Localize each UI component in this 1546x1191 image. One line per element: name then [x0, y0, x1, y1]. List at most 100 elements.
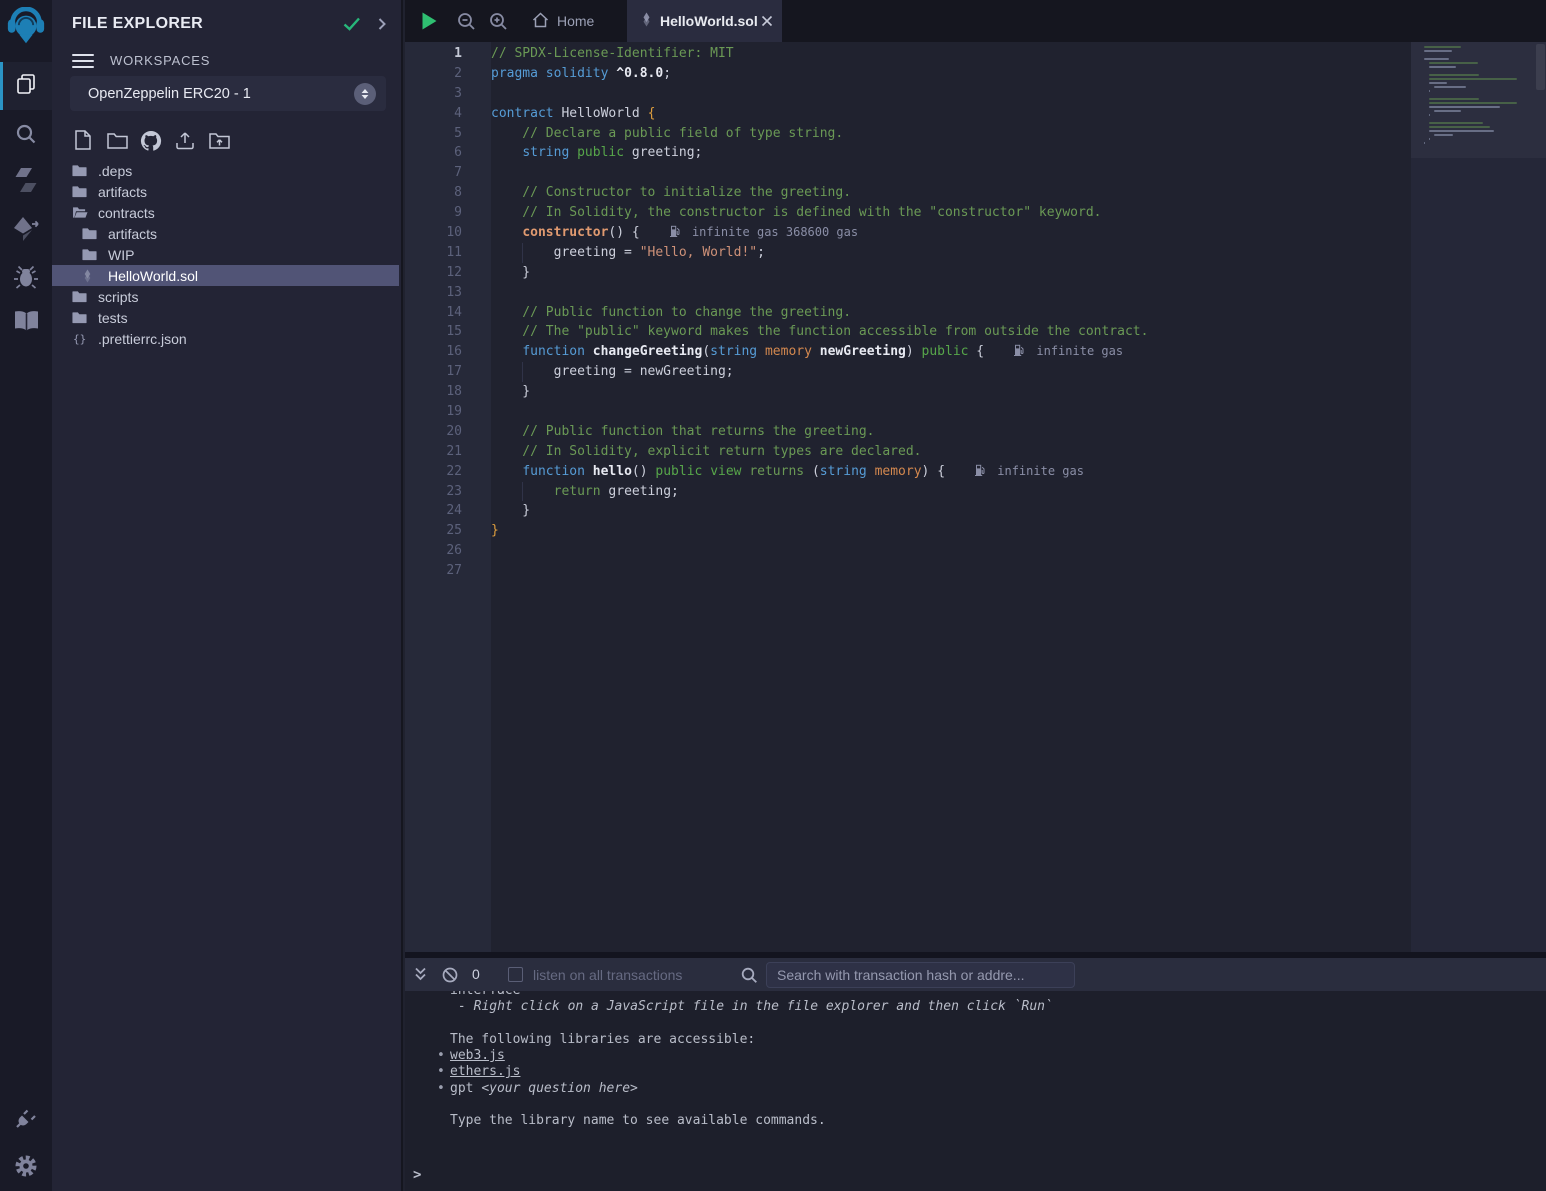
sidebar-item-file-explorer[interactable] — [0, 62, 52, 110]
gas-estimate: infinite gas 368600 gas — [670, 225, 858, 239]
workspace-selected-value: OpenZeppelin ERC20 - 1 — [88, 86, 354, 102]
tree-item-label: artifacts — [98, 184, 147, 200]
terminal-line: gpt <your question here> — [405, 1081, 1546, 1097]
minimap-line — [1429, 102, 1517, 104]
minimap-line — [1429, 82, 1447, 84]
check-icon[interactable] — [343, 17, 361, 31]
pending-tx-count: 0 — [472, 966, 480, 982]
line-number: 23 — [405, 482, 491, 502]
minimap[interactable] — [1420, 42, 1532, 342]
tree-item-deps[interactable]: .deps — [52, 160, 399, 181]
folder-icon — [72, 164, 98, 177]
terminal-link-ethers-js[interactable]: ethers.js — [450, 1064, 520, 1079]
line-number: 4 — [405, 104, 491, 124]
minimap-line — [1429, 126, 1490, 128]
terminal-prompt[interactable]: > — [413, 1167, 421, 1183]
line-number-gutter: 1234567891011121314151617181920212223242… — [405, 42, 491, 952]
gear-icon — [13, 1153, 39, 1184]
minimap-line — [1424, 58, 1449, 60]
minimap-line — [1429, 74, 1479, 76]
tree-item-artifacts[interactable]: artifacts — [52, 223, 399, 244]
code-content: // SPDX-License-Identifier: MITpragma so… — [491, 42, 1406, 581]
line-number: 20 — [405, 422, 491, 442]
code-line: greeting = "Hello, World!"; — [491, 243, 1406, 263]
code-line: // Public function to change the greetin… — [491, 303, 1406, 323]
code-line: // Declare a public field of type string… — [491, 124, 1406, 144]
upload-folder-icon[interactable] — [206, 129, 232, 151]
home-icon — [532, 12, 549, 31]
tab-file-label: HelloWorld.sol — [660, 13, 758, 29]
upload-file-icon[interactable] — [172, 129, 198, 151]
tree-item-label: HelloWorld.sol — [108, 268, 198, 284]
transaction-search-input[interactable] — [766, 962, 1075, 988]
sidebar-item-plugin-manager[interactable] — [0, 1102, 52, 1138]
terminal-toolbar: 0 listen on all transactions — [405, 958, 1546, 991]
code-line — [491, 84, 1406, 104]
remix-logo[interactable] — [0, 6, 52, 54]
line-number: 9 — [405, 203, 491, 223]
code-line — [491, 402, 1406, 422]
tree-item-scripts[interactable]: scripts — [52, 286, 399, 307]
editor-scrollbar-thumb[interactable] — [1536, 44, 1545, 90]
tree-item-artifacts[interactable]: artifacts — [52, 181, 399, 202]
line-number: 11 — [405, 243, 491, 263]
line-number: 25 — [405, 521, 491, 541]
line-number: 16 — [405, 342, 491, 362]
line-number: 17 — [405, 362, 491, 382]
zoom-in-icon[interactable] — [489, 12, 508, 36]
code-line: greeting = newGreeting; — [491, 362, 1406, 382]
line-number: 24 — [405, 501, 491, 521]
braces-icon: {} — [72, 332, 98, 345]
line-number: 12 — [405, 263, 491, 283]
sidebar-item-deploy-and-run[interactable] — [0, 214, 52, 248]
minimap-line — [1429, 130, 1494, 132]
minimap-line — [1424, 46, 1461, 48]
code-line: // In Solidity, explicit return types ar… — [491, 442, 1406, 462]
tree-item-label: artifacts — [108, 226, 157, 242]
tab-home-label: Home — [557, 13, 594, 29]
tree-item-prettierrc-json[interactable]: {} .prettierrc.json — [52, 328, 399, 349]
run-script-button[interactable] — [421, 11, 438, 36]
terminal-link-web3-js[interactable]: web3.js — [450, 1048, 505, 1063]
line-number: 22 — [405, 462, 491, 482]
tree-item-contracts[interactable]: contracts — [52, 202, 399, 223]
code-line: } — [491, 263, 1406, 283]
minimap-line — [1429, 122, 1483, 124]
chevron-right-icon[interactable] — [377, 17, 387, 31]
book-icon — [13, 309, 40, 337]
sidebar-item-debugger[interactable] — [0, 262, 52, 296]
clone-github-icon[interactable] — [138, 129, 164, 151]
terminal-output[interactable]: interface- Right click on a JavaScript f… — [405, 991, 1546, 1191]
zoom-out-icon[interactable] — [457, 12, 476, 36]
close-tab-icon[interactable] — [758, 12, 776, 30]
tab-home[interactable]: Home — [520, 0, 606, 42]
new-folder-icon[interactable] — [104, 129, 130, 151]
sidebar-item-learneth[interactable] — [0, 306, 52, 340]
tree-item-helloworld-sol[interactable]: HelloWorld.sol — [52, 265, 399, 286]
clear-console-icon[interactable] — [442, 967, 458, 988]
expand-terminal-icon[interactable] — [413, 966, 428, 987]
sidebar-item-settings[interactable] — [0, 1150, 52, 1186]
workspace-select[interactable]: OpenZeppelin ERC20 - 1 — [70, 76, 386, 111]
file-explorer-header: FILE EXPLORER — [72, 12, 387, 36]
sidebar-item-search[interactable] — [0, 120, 52, 152]
tab-helloworld-sol[interactable]: HelloWorld.sol — [627, 0, 782, 42]
svg-text:{}: {} — [73, 333, 86, 346]
editor-column: Home HelloWorld.sol 12345678910111213141… — [405, 0, 1546, 1191]
tree-item-wip[interactable]: WIP — [52, 244, 399, 265]
terminal-line: web3.js — [405, 1048, 1546, 1064]
code-line: contract HelloWorld { — [491, 104, 1406, 124]
code-editor[interactable]: 1234567891011121314151617181920212223242… — [405, 42, 1546, 952]
line-number: 27 — [405, 561, 491, 581]
tree-item-label: .prettierrc.json — [98, 331, 187, 347]
listen-transactions-checkbox[interactable] — [508, 967, 523, 982]
terminal-search-icon — [741, 967, 758, 989]
workspaces-menu-icon[interactable] — [72, 50, 94, 72]
minimap-line — [1434, 86, 1466, 88]
panel-title: FILE EXPLORER — [72, 15, 343, 33]
sidebar-item-solidity-compiler[interactable] — [0, 166, 52, 198]
new-file-icon[interactable] — [70, 129, 96, 151]
line-number: 7 — [405, 163, 491, 183]
tree-item-tests[interactable]: tests — [52, 307, 399, 328]
terminal-line: Type the library name to see available c… — [405, 1113, 1546, 1129]
